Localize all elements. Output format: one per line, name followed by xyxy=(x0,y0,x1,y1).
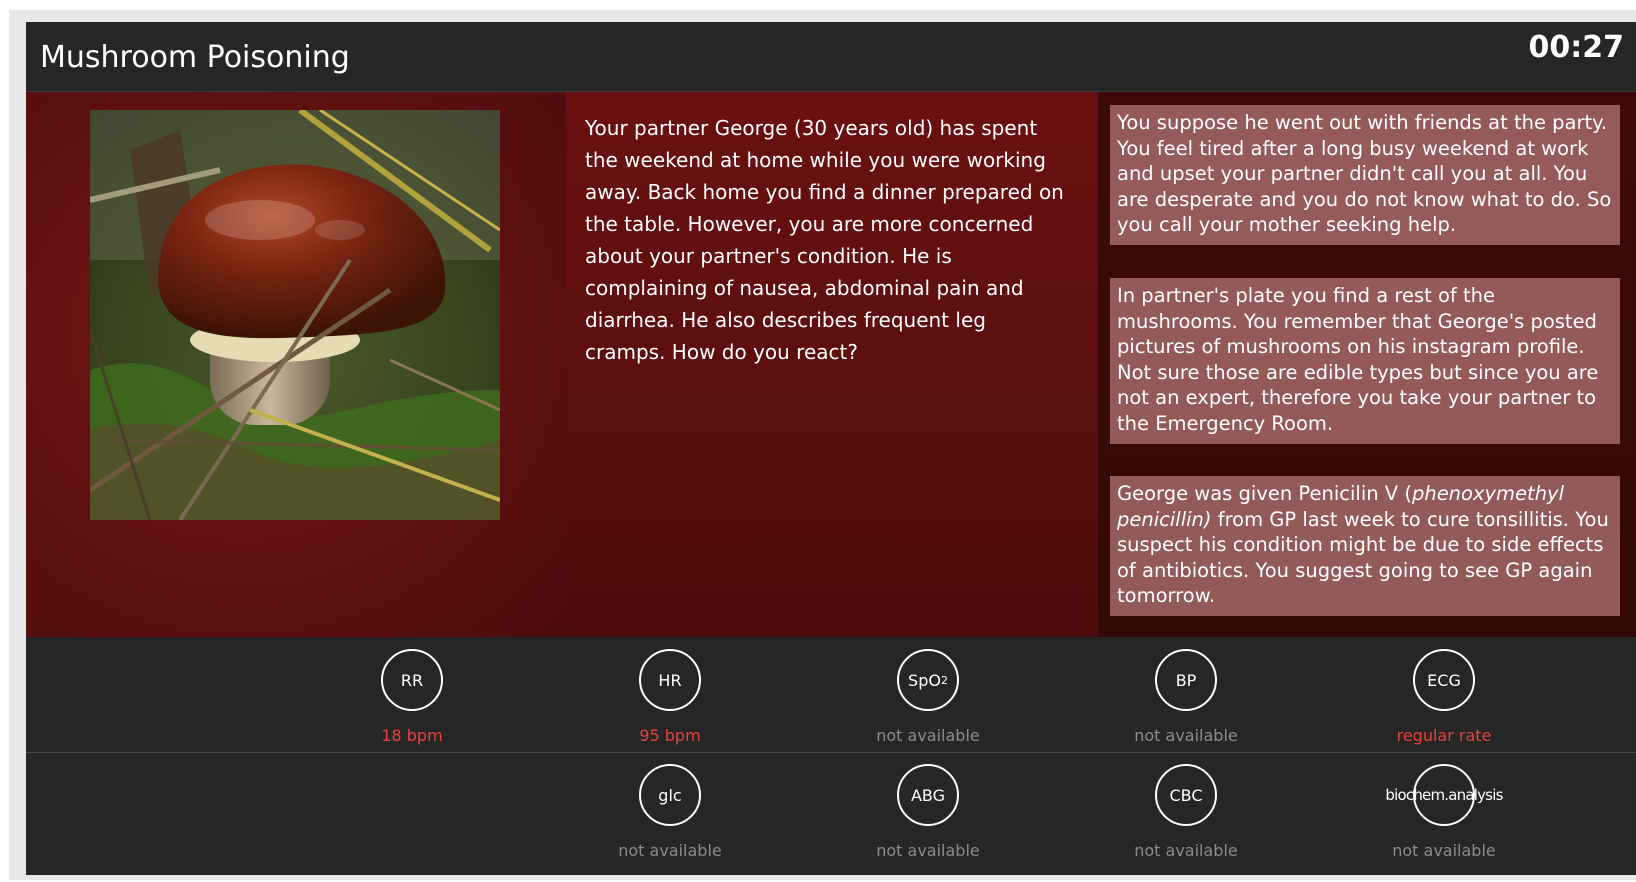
spo2-subscript: 2 xyxy=(940,673,948,687)
header-bar: Mushroom Poisoning 00:27 xyxy=(26,22,1636,92)
lab-biochem[interactable]: biochem.analysis not available xyxy=(1356,753,1536,867)
vital-hr[interactable]: HR 95 bpm xyxy=(582,638,762,752)
image-column xyxy=(26,92,566,637)
glc-icon[interactable]: glc xyxy=(639,764,701,826)
page-title: Mushroom Poisoning xyxy=(40,40,350,75)
abg-icon[interactable]: ABG xyxy=(897,764,959,826)
rr-value: 18 bpm xyxy=(381,726,443,745)
scenario-description: Your partner George (30 years old) has s… xyxy=(585,116,1064,364)
biochem-value: not available xyxy=(1392,841,1496,860)
option-see-gp[interactable]: George was given Penicilin V (phenoxymet… xyxy=(1110,476,1620,616)
mushroom-illustration xyxy=(90,110,500,520)
vitals-row: RR 18 bpm HR 95 bpm SpO 2 not available B… xyxy=(26,638,1636,753)
cbc-icon[interactable]: CBC xyxy=(1155,764,1217,826)
lab-cbc[interactable]: CBC not available xyxy=(1098,753,1278,867)
ecg-icon[interactable]: ECG xyxy=(1413,649,1475,711)
countdown-timer: 00:27 xyxy=(1528,30,1625,65)
rr-icon[interactable]: RR xyxy=(381,649,443,711)
mushroom-photo xyxy=(90,110,500,520)
story-column: Your partner George (30 years old) has s… xyxy=(566,92,1098,637)
glc-value: not available xyxy=(618,841,722,860)
labs-row: glc not available ABG not available CBC … xyxy=(26,753,1636,875)
hr-value: 95 bpm xyxy=(639,726,701,745)
spo2-value: not available xyxy=(876,726,980,745)
ecg-value: regular rate xyxy=(1396,726,1492,745)
options-column: You suppose he went out with friends at … xyxy=(1098,92,1636,637)
spo2-label: SpO xyxy=(908,670,941,690)
vital-spo2[interactable]: SpO 2 not available xyxy=(840,638,1020,752)
option-call-mother[interactable]: You suppose he went out with friends at … xyxy=(1110,105,1620,245)
simulation-app: Mushroom Poisoning 00:27 Your partner Ge… xyxy=(26,22,1636,875)
vital-bp[interactable]: BP not available xyxy=(1098,638,1278,752)
option-emergency-room[interactable]: In partner's plate you find a rest of th… xyxy=(1110,278,1620,444)
option-text-part: George was given Penicilin V ( xyxy=(1117,482,1412,505)
lab-glc[interactable]: glc not available xyxy=(582,753,762,867)
vital-ecg[interactable]: ECG regular rate xyxy=(1356,638,1536,752)
vital-rr[interactable]: RR 18 bpm xyxy=(324,638,504,752)
bp-icon[interactable]: BP xyxy=(1155,649,1217,711)
biochem-icon[interactable]: biochem.analysis xyxy=(1385,764,1503,826)
abg-value: not available xyxy=(876,841,980,860)
spo2-icon[interactable]: SpO 2 xyxy=(897,649,959,711)
hr-icon[interactable]: HR xyxy=(639,649,701,711)
lab-abg[interactable]: ABG not available xyxy=(840,753,1020,867)
cbc-value: not available xyxy=(1134,841,1238,860)
scenario-panel: Your partner George (30 years old) has s… xyxy=(26,92,1636,637)
bp-value: not available xyxy=(1134,726,1238,745)
